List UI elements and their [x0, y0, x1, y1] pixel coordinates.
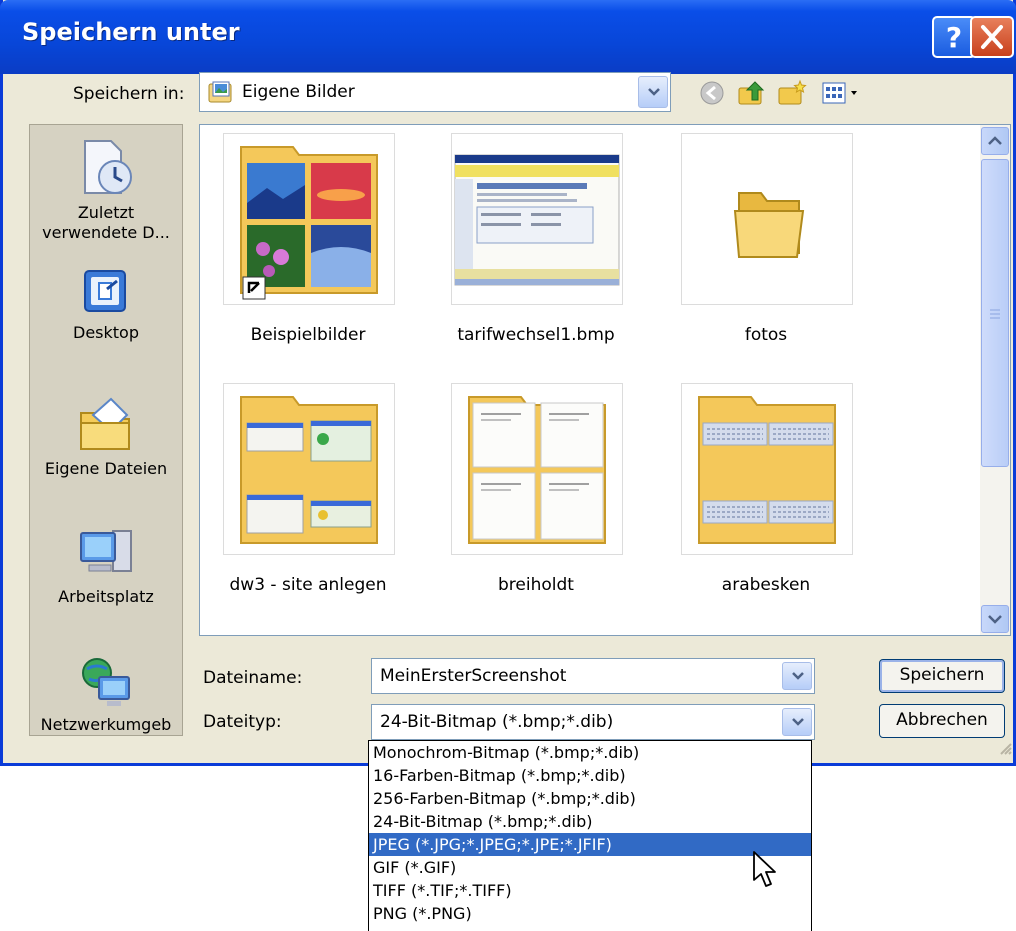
save-button[interactable]: Speichern — [879, 659, 1005, 693]
place-desktop-label: Desktop — [73, 323, 139, 342]
file-item-dw3-site-anlegen[interactable]: dw3 - site anlegen — [208, 383, 408, 603]
save-in-value: Eigene Bilder — [242, 82, 355, 102]
place-network[interactable]: Netzwerkumgeb — [30, 653, 182, 735]
scroll-up-button[interactable] — [981, 127, 1009, 155]
desktop-icon — [84, 270, 126, 312]
view-menu-icon[interactable] — [821, 78, 865, 108]
file-name: tarifwechsel1.bmp — [457, 325, 615, 345]
title-bar[interactable]: Speichern unter ? — [0, 0, 1016, 74]
place-my-computer[interactable]: Arbeitsplatz — [30, 525, 182, 607]
filetype-option[interactable]: TIFF (*.TIF;*.TIFF) — [369, 879, 811, 902]
file-name: Beispielbilder — [250, 325, 366, 345]
place-my-documents[interactable]: Eigene Dateien — [30, 393, 182, 479]
new-folder-icon[interactable] — [777, 78, 807, 108]
save-in-dropdown-arrow[interactable] — [638, 76, 668, 108]
chevron-up-icon — [988, 136, 1002, 145]
place-my-documents-label: Eigene Dateien — [44, 459, 168, 478]
filetype-option[interactable]: PNG (*.PNG) — [369, 902, 811, 925]
scroll-down-button[interactable] — [981, 605, 1009, 633]
filetype-option[interactable]: 256-Farben-Bitmap (*.bmp;*.dib) — [369, 787, 811, 810]
file-name: dw3 - site anlegen — [229, 575, 387, 595]
filetype-option[interactable]: Monochrom-Bitmap (*.bmp;*.dib) — [369, 741, 811, 764]
window-title: Speichern unter — [22, 18, 240, 46]
resize-grip-icon[interactable] — [997, 740, 1013, 756]
close-icon — [981, 25, 1003, 49]
vertical-scrollbar[interactable] — [980, 125, 1010, 635]
back-icon[interactable] — [697, 78, 727, 108]
pictures-folder-icon — [208, 81, 232, 103]
chevron-down-icon — [792, 672, 804, 680]
up-folder-icon[interactable] — [737, 78, 767, 108]
file-item-arabesken[interactable]: arabesken — [666, 383, 866, 603]
folder-thumbnail-icon — [223, 383, 395, 555]
file-item-tarifwechsel1[interactable]: tarifwechsel1.bmp — [436, 133, 636, 353]
filetype-option[interactable]: GIF (*.GIF) — [369, 856, 811, 879]
file-item-breiholdt[interactable]: breiholdt — [436, 383, 636, 603]
folder-thumbnail-icon — [681, 383, 853, 555]
filename-label: Dateiname: — [203, 668, 303, 688]
save-in-label: Speichern in: — [73, 84, 185, 104]
file-list: Beispielbilder tarifwechsel1.bmp fotos d… — [199, 124, 1011, 636]
folder-thumbnail-icon — [451, 383, 623, 555]
my-documents-icon — [80, 397, 130, 450]
chevron-down-icon — [648, 88, 660, 96]
file-name: breiholdt — [498, 575, 574, 595]
chevron-down-icon — [792, 718, 804, 726]
file-item-beispielbilder[interactable]: Beispielbilder — [208, 133, 408, 353]
filetype-combo[interactable]: 24-Bit-Bitmap (*.bmp;*.dib) — [371, 704, 815, 740]
place-network-label: Netzwerkumgeb — [40, 715, 172, 734]
save-as-dialog: Speichern unter ? Speichern in: Eigene B… — [0, 0, 1016, 766]
cancel-button[interactable]: Abbrechen — [879, 704, 1005, 738]
filetype-dropdown-arrow[interactable] — [782, 708, 812, 736]
mouse-cursor-icon — [753, 851, 776, 887]
recent-documents-icon — [84, 140, 132, 194]
place-my-computer-label: Arbeitsplatz — [58, 587, 154, 606]
folder-icon — [681, 133, 853, 305]
save-in-dropdown[interactable]: Eigene Bilder — [199, 72, 671, 112]
filetype-option[interactable]: 16-Farben-Bitmap (*.bmp;*.dib) — [369, 764, 811, 787]
chevron-down-icon — [988, 615, 1002, 624]
place-recent[interactable]: Zuletzt verwendete D... — [30, 137, 182, 243]
filetype-dropdown-list[interactable]: Monochrom-Bitmap (*.bmp;*.dib) 16-Farben… — [368, 740, 812, 931]
filename-dropdown-arrow[interactable] — [782, 662, 812, 690]
file-item-fotos[interactable]: fotos — [666, 133, 866, 353]
network-places-icon — [82, 658, 130, 706]
file-name: fotos — [744, 325, 788, 345]
scroll-thumb[interactable] — [981, 159, 1009, 467]
grip-icon — [990, 309, 1000, 319]
places-bar: Zuletzt verwendete D... Desktop Eigene D… — [29, 124, 183, 736]
filetype-option[interactable]: 24-Bit-Bitmap (*.bmp;*.dib) — [369, 810, 811, 833]
bitmap-thumbnail-icon — [451, 133, 623, 305]
file-name: arabesken — [721, 575, 811, 595]
my-computer-icon — [80, 530, 132, 572]
place-desktop[interactable]: Desktop — [30, 267, 182, 343]
filename-combo[interactable]: MeinErsterScreenshot — [371, 658, 815, 694]
place-recent-label: Zuletzt verwendete D... — [42, 203, 170, 242]
close-button[interactable] — [970, 16, 1014, 58]
folder-thumbnail-icon — [223, 133, 395, 305]
filetype-value: 24-Bit-Bitmap (*.bmp;*.dib) — [380, 712, 614, 732]
filetype-option[interactable]: JPEG (*.JPG;*.JPEG;*.JPE;*.JFIF) — [369, 833, 811, 856]
filetype-label: Dateityp: — [203, 712, 282, 732]
filename-input[interactable]: MeinErsterScreenshot — [380, 666, 566, 686]
